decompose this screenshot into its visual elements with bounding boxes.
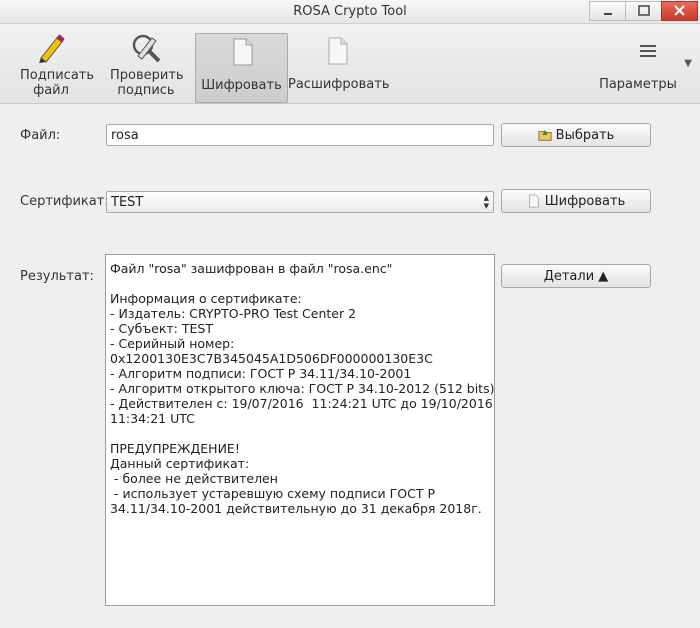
select-arrows-icon: ▲ ▼: [483, 194, 489, 210]
document-icon: [528, 194, 539, 208]
close-button[interactable]: [661, 1, 698, 21]
open-folder-icon: [538, 129, 552, 141]
certificate-select-value: TEST: [111, 195, 144, 210]
result-line: - использует устаревшую схему подписи ГО…: [110, 486, 435, 501]
encrypt-button-label: Шифровать: [544, 193, 626, 209]
result-line: Информация о сертификате:: [110, 291, 302, 306]
toolbar: Подписать файл Проверить подпись Шифрова…: [0, 24, 700, 104]
result-line: [110, 276, 490, 291]
result-line: - Серийный номер:: [110, 336, 235, 351]
document-icon: [328, 37, 348, 65]
file-input[interactable]: rosa: [106, 124, 494, 146]
result-line: ПРЕДУПРЕЖДЕНИЕ!: [110, 441, 240, 456]
result-line: 11:34:21 UTC: [110, 411, 195, 426]
decrypt-tool-button[interactable]: Расшифровать: [288, 33, 390, 101]
result-line: - Издатель: CRYPTO-PRO Test Center 2: [110, 306, 357, 321]
sign-file-label: Подписать файл: [20, 68, 95, 98]
choose-file-label: Выбрать: [555, 127, 615, 143]
certificate-label: Сертификат:: [20, 194, 109, 209]
certificate-select[interactable]: TEST ▲ ▼: [106, 191, 494, 213]
pen-icon: [39, 34, 65, 63]
file-input-value: rosa: [111, 128, 139, 143]
window-controls: [589, 1, 698, 21]
minimize-button[interactable]: [589, 1, 626, 21]
result-textarea[interactable]: Файл "rosa" зашифрован в файл "rosa.enc"…: [105, 254, 495, 606]
decrypt-tool-label: Расшифровать: [288, 77, 390, 92]
title-bar: ROSA Crypto Tool: [0, 0, 700, 24]
file-label: Файл:: [20, 128, 61, 143]
details-button-label: Детали ▲: [543, 268, 609, 284]
result-line: [110, 426, 490, 441]
verify-pen-icon: [132, 34, 161, 63]
document-icon: [233, 38, 252, 66]
minimize-icon: [604, 13, 612, 15]
verify-signature-label: Проверить подпись: [110, 68, 184, 98]
details-button[interactable]: Детали ▲: [501, 264, 651, 288]
result-line: Данный сертификат:: [110, 456, 250, 471]
parameters-label: Параметры: [599, 77, 677, 92]
result-line: - Субъект: TEST: [110, 321, 213, 336]
toolbar-overflow-icon[interactable]: ▼: [684, 58, 692, 69]
result-line: - Алгоритм подписи: ГОСТ Р 34.11/34.10-2…: [110, 366, 412, 381]
parameters-button[interactable]: Параметры: [599, 33, 692, 101]
result-line: - Действителен с: 19/07/2016 11:24:21 UT…: [110, 396, 493, 411]
maximize-icon: [638, 5, 650, 16]
encrypt-tool-button[interactable]: Шифровать: [195, 33, 288, 103]
result-line: 34.11/34.10-2001 действительную до 31 де…: [110, 501, 482, 516]
close-icon: [674, 5, 685, 16]
verify-signature-button[interactable]: Проверить подпись: [102, 30, 190, 98]
result-line: 0x1200130E3C7B345045A1D506DF000000130E3C: [110, 351, 433, 366]
encrypt-tool-label: Шифровать: [201, 78, 282, 93]
result-line: Файл "rosa" зашифрован в файл "rosa.enc": [110, 261, 393, 276]
result-line: - более не действителен: [110, 471, 278, 486]
result-line: - Алгоритм открытого ключа: ГОСТ Р 34.10…: [110, 381, 495, 396]
sign-file-button[interactable]: Подписать файл: [8, 30, 94, 98]
result-label: Результат:: [20, 269, 94, 284]
maximize-button[interactable]: [625, 1, 662, 21]
encrypt-button[interactable]: Шифровать: [501, 189, 651, 213]
choose-file-button[interactable]: Выбрать: [501, 123, 651, 147]
menu-icon: [640, 45, 656, 57]
